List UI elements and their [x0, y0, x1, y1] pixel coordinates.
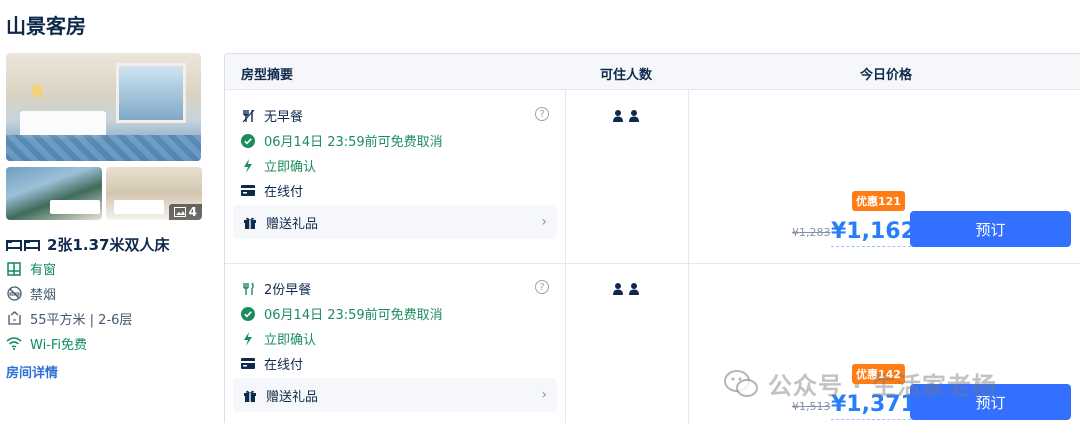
cancel-label: 06月14日 23:59前可免费取消 [264, 135, 443, 150]
card-icon [241, 185, 255, 196]
cancel-info: 06月14日 23:59前可免费取消 [241, 131, 443, 150]
window-icon [7, 261, 21, 276]
person-icon [613, 283, 623, 295]
original-price: ¥1,513 [792, 400, 831, 413]
bed-type: 2张1.37米双人床 [6, 234, 169, 255]
meal-label: 无早餐 [264, 110, 304, 125]
bed-icon [6, 239, 40, 251]
table-header: 房型摘要 可住人数 今日价格 [225, 54, 1080, 90]
room-photo-main[interactable] [6, 53, 201, 161]
meal-info: 2份早餐 [241, 279, 311, 298]
feature-wifi: Wi-Fi免费 [6, 334, 87, 353]
image-icon [173, 207, 186, 217]
photo-bed [20, 111, 106, 137]
confirm-info: 立即确认 [241, 329, 316, 348]
feature-label: 55平方米 | 2-6层 [30, 313, 133, 328]
watermark: 公众号 · 生活家老杨 [724, 366, 997, 401]
book-button[interactable]: 预订 [910, 211, 1071, 247]
discount-badge: 优惠121 [852, 191, 905, 211]
feature-label: Wi-Fi免费 [30, 338, 88, 353]
room-photo-thumb-2[interactable]: 4 [106, 167, 202, 220]
photo-window [116, 63, 186, 123]
meal-label: 2份早餐 [264, 283, 312, 298]
no-smoking-icon [6, 286, 22, 301]
room-photo-thumb-1[interactable] [6, 167, 102, 220]
gift-row[interactable]: 赠送礼品 › [233, 378, 557, 412]
payment-info: 在线付 [241, 181, 303, 200]
photo-bed [114, 200, 164, 214]
cancel-label: 06月14日 23:59前可免费取消 [264, 308, 443, 323]
feature-label: 禁烟 [30, 288, 57, 303]
page-title: 山景客房 [6, 14, 86, 38]
occupancy [613, 110, 639, 122]
help-icon[interactable]: ? [535, 107, 549, 121]
original-price: ¥1,283 [792, 226, 831, 239]
area-icon [7, 311, 21, 325]
help-icon[interactable]: ? [535, 280, 549, 294]
occupancy [613, 283, 639, 295]
lightning-icon [244, 331, 252, 346]
payment-info: 在线付 [241, 354, 303, 373]
chevron-right-icon: › [541, 387, 547, 403]
feature-area: 55平方米 | 2-6层 [6, 309, 132, 328]
header-summary: 房型摘要 [241, 68, 294, 83]
person-icon [629, 283, 639, 295]
check-circle-icon [241, 133, 255, 148]
header-price: 今日价格 [860, 68, 913, 83]
feature-smoking: 禁烟 [6, 284, 56, 303]
breakfast-icon [242, 282, 254, 295]
photo-count-badge[interactable]: 4 [168, 204, 202, 220]
gift-icon [244, 217, 256, 229]
confirm-label: 立即确认 [264, 333, 317, 348]
confirm-label: 立即确认 [264, 160, 317, 175]
rate-row: 无早餐 ? 06月14日 23:59前可免费取消 立即确认 在线付 赠送礼品 ›… [225, 90, 1080, 263]
chevron-right-icon: › [541, 214, 547, 230]
gift-icon [244, 390, 256, 402]
photo-lamp [32, 85, 42, 97]
lightning-icon [244, 158, 252, 173]
bed-type-label: 2张1.37米双人床 [47, 236, 170, 254]
person-icon [613, 110, 623, 122]
room-detail-link[interactable]: 房间详情 [6, 362, 58, 381]
check-circle-icon [241, 306, 255, 321]
watermark-text: 公众号 · 生活家老杨 [768, 372, 997, 400]
meal-info: 无早餐 [241, 106, 303, 125]
gift-label: 赠送礼品 [266, 216, 319, 232]
wifi-icon [6, 337, 22, 350]
gift-label: 赠送礼品 [266, 389, 319, 405]
current-price[interactable]: ¥1,162 [831, 218, 916, 247]
no-breakfast-icon [242, 109, 254, 122]
payment-label: 在线付 [264, 185, 304, 200]
feature-window: 有窗 [6, 259, 56, 278]
header-occupancy: 可住人数 [600, 68, 653, 83]
photo-bed [50, 200, 100, 214]
feature-label: 有窗 [30, 263, 57, 278]
confirm-info: 立即确认 [241, 156, 316, 175]
gift-row[interactable]: 赠送礼品 › [233, 205, 557, 239]
wechat-icon [724, 369, 758, 397]
payment-label: 在线付 [264, 358, 304, 373]
photo-carpet [6, 135, 201, 161]
cancel-info: 06月14日 23:59前可免费取消 [241, 304, 443, 323]
card-icon [241, 358, 255, 369]
person-icon [629, 110, 639, 122]
photo-count: 4 [188, 205, 197, 219]
